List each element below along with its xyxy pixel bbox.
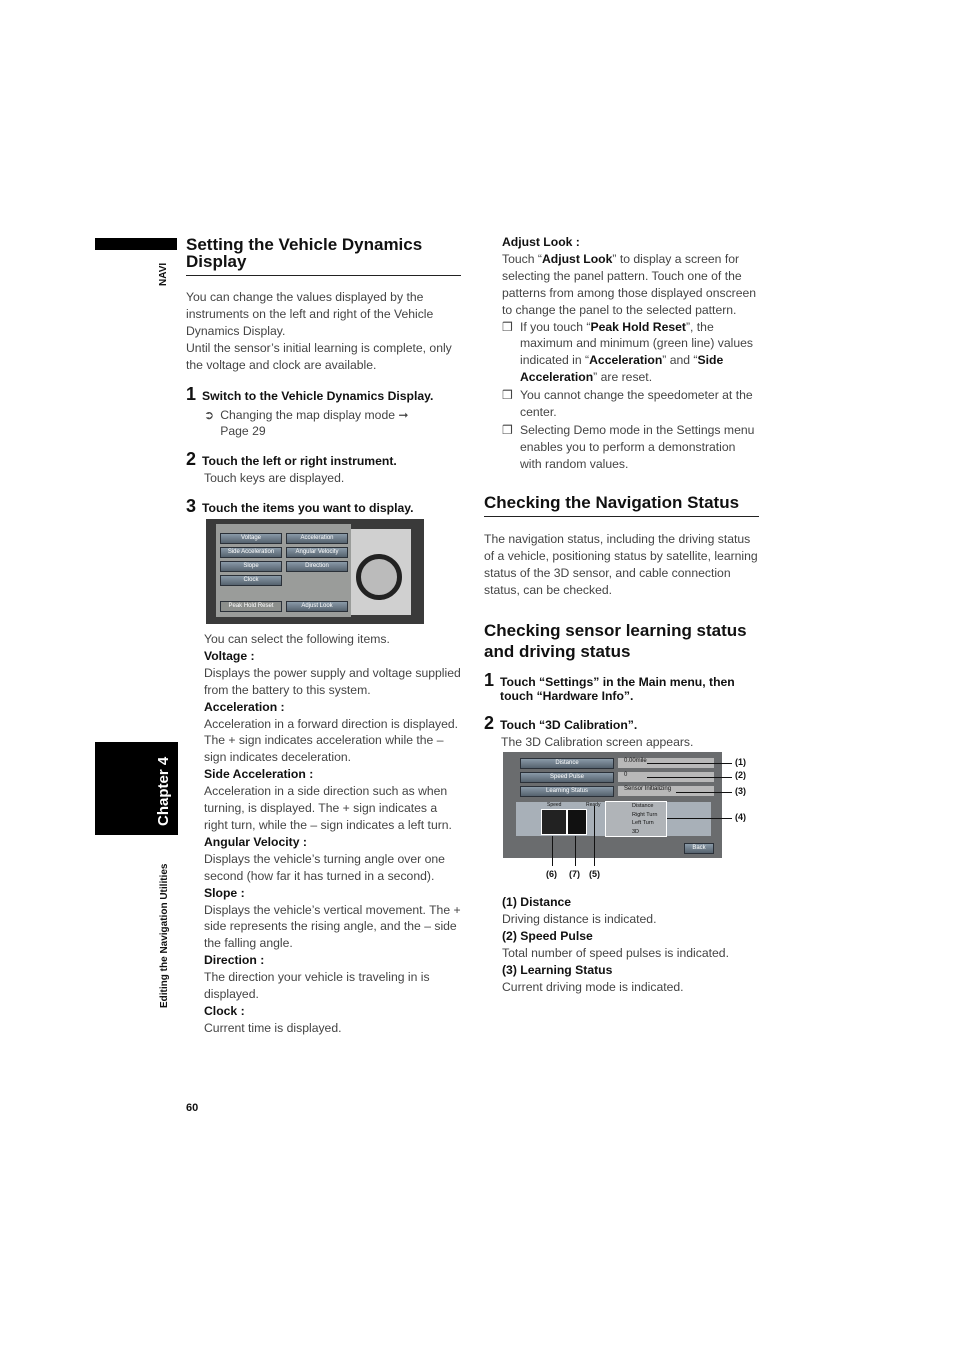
step-1: 1 Switch to the Vehicle Dynamics Display.: [186, 383, 434, 404]
def-desc: Driving distance is indicated.: [502, 911, 657, 926]
right-column: Adjust Look : Touch “Adjust Look” to dis…: [502, 234, 760, 473]
item-term: Clock :: [204, 1003, 245, 1018]
def-term: (3) Learning Status: [502, 962, 613, 977]
callout-1: (1): [735, 757, 746, 767]
section-label: Editing the Navigation Utilities: [159, 863, 170, 1008]
distance-button[interactable]: Distance: [520, 758, 614, 769]
note-1: ❒ If you touch “Peak Hold Reset”, the max…: [502, 319, 753, 385]
voltage-button[interactable]: Voltage: [220, 533, 282, 544]
clock-button[interactable]: Clock: [220, 575, 282, 586]
def-term: (1) Distance: [502, 895, 572, 909]
nav-status-intro: The navigation status, including the dri…: [484, 532, 758, 597]
arrow-icon: ➲: [204, 407, 215, 422]
item-term: Angular Velocity :: [204, 834, 307, 849]
item-term: Voltage :: [204, 648, 255, 663]
acceleration-button[interactable]: Acceleration: [286, 533, 348, 544]
adjust-look-desc: Touch “Adjust Look” to display a screen …: [502, 251, 757, 317]
adjust-look-term: Adjust Look :: [502, 235, 580, 249]
callout-7: (7): [569, 869, 580, 879]
checkbox-bullet-icon: ❒: [502, 422, 513, 437]
note-3: ❒ Selecting Demo mode in the Settings men…: [502, 422, 755, 471]
item-desc: Displays the power supply and voltage su…: [204, 665, 461, 697]
speed-label: Speed: [547, 802, 562, 808]
checkbox-bullet-icon: ❒: [502, 388, 513, 403]
angular-velocity-button[interactable]: Angular Velocity: [286, 547, 348, 558]
def-desc: Current driving mode is indicated.: [502, 979, 684, 994]
direction-button[interactable]: Direction: [286, 561, 348, 572]
calibration-screenshot: Distance Speed Pulse Learning Status 0.0…: [503, 752, 722, 858]
item-desc: Displays the vehicle’s vertical movement…: [204, 902, 461, 951]
back-button[interactable]: Back: [684, 843, 714, 854]
callout-5: (5): [589, 869, 600, 879]
section-title: Setting the Vehicle Dynamics Display: [186, 236, 461, 276]
adjust-look-button[interactable]: Adjust Look: [286, 601, 348, 612]
nav-status-title: Checking the Navigation Status: [484, 494, 759, 517]
item-desc: Acceleration in a side direction such as…: [204, 784, 452, 832]
chapter-label: Chapter 4: [155, 756, 172, 826]
def-term: (2) Speed Pulse: [502, 928, 593, 943]
manual-page: NAVI Chapter 4 Editing the Navigation Ut…: [0, 0, 954, 1350]
step-2-sub: The 3D Calibration screen appears.: [501, 734, 694, 749]
callout-2: (2): [735, 770, 746, 780]
select-text: You can select the following items.: [204, 632, 390, 646]
item-term: Direction :: [204, 953, 265, 968]
navi-label: NAVI: [158, 262, 169, 286]
step-2-sub: Touch keys are displayed.: [204, 471, 345, 486]
item-term: Side Acceleration :: [204, 767, 314, 782]
chapter-tab: Chapter 4: [95, 742, 178, 835]
step-1-ref: ➲ Changing the map display mode ➞ Page 29: [204, 407, 409, 439]
def-desc: Total number of speed pulses is indicate…: [502, 945, 729, 960]
items-list: You can select the following items. Volt…: [204, 631, 462, 1037]
step-2: 2 Touch the left or right instrument.: [186, 449, 397, 470]
callout-3: (3): [735, 786, 746, 796]
compass-icon: [356, 554, 402, 600]
sensor-title: Checking sensor learning status and driv…: [484, 620, 747, 661]
side-acceleration-button[interactable]: Side Acceleration: [220, 547, 282, 558]
intro-2: Until the sensor’s initial learning is c…: [186, 340, 452, 372]
speed-pulse-button[interactable]: Speed Pulse: [520, 772, 614, 783]
page-number: 60: [186, 1102, 199, 1114]
slope-button[interactable]: Slope: [220, 561, 282, 572]
callout-6: (6): [546, 869, 557, 879]
nav-status-section: Checking the Navigation Status The navig…: [484, 494, 759, 751]
item-desc: Displays the vehicle’s turning angle ove…: [204, 851, 445, 883]
vehicle-dynamics-screenshot: Voltage Acceleration Side Acceleration A…: [206, 519, 424, 624]
checkbox-bullet-icon: ❒: [502, 319, 513, 334]
definitions: (1) Distance Driving distance is indicate…: [502, 894, 760, 995]
vehicle-icon: [567, 809, 587, 835]
item-desc: Acceleration in a forward direction is d…: [204, 716, 459, 765]
item-term: Slope :: [204, 885, 245, 900]
peak-hold-reset-button[interactable]: Peak Hold Reset: [220, 601, 282, 612]
sensor-icon: [541, 809, 567, 835]
learning-panel: Distance Right Turn Left Turn 3D: [605, 801, 667, 837]
step-3: 3 Touch the items you want to display.: [186, 496, 414, 517]
step-2: 2 Touch “3D Calibration”.: [484, 712, 638, 733]
item-term: Acceleration :: [204, 699, 285, 714]
left-column: Setting the Vehicle Dynamics Display You…: [186, 236, 461, 517]
item-desc: Current time is displayed.: [204, 1020, 342, 1035]
learning-status-value: Sensor Initializing: [618, 786, 714, 796]
step-1: 1 Touch “Settings” in the Main menu, then…: [484, 669, 735, 703]
item-desc: The direction your vehicle is traveling …: [204, 970, 430, 1002]
intro-1: You can change the values displayed by t…: [186, 290, 434, 338]
callout-4: (4): [735, 812, 746, 822]
note-2: ❒ You cannot change the speedometer at th…: [502, 388, 753, 420]
learning-status-button[interactable]: Learning Status: [520, 786, 614, 797]
header-bar: [95, 238, 177, 250]
